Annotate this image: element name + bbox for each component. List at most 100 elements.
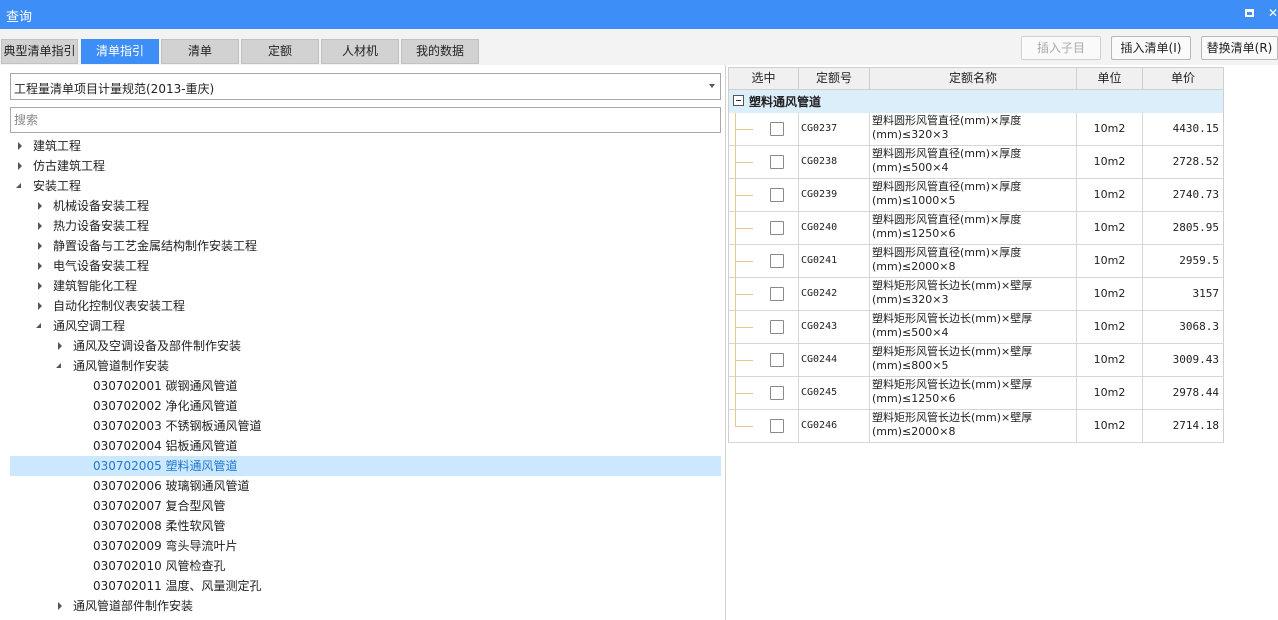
table-row[interactable]: CG0241 塑料圆形风管直径(mm)×厚度(mm)≤2000×8 10m2 2959…	[728, 245, 1224, 278]
tree-line	[735, 129, 753, 130]
replace-list-button[interactable]: 替换清单(R)	[1201, 36, 1278, 60]
tree-node[interactable]: 通风管道制作安装	[10, 356, 721, 376]
table-row[interactable]: CG0246 塑料矩形风管长边长(mm)×壁厚(mm)≤2000×8 10m2 271…	[728, 410, 1224, 443]
triangle-expanded-icon[interactable]	[35, 316, 45, 336]
col-price[interactable]: 单价	[1143, 68, 1223, 89]
table-row[interactable]: CG0242 塑料矩形风管长边长(mm)×壁厚(mm)≤320×3 10m2 3157	[728, 278, 1224, 311]
tree-line	[735, 426, 753, 427]
row-checkbox[interactable]	[770, 353, 784, 367]
chevron-down-icon[interactable]	[709, 84, 715, 88]
tree-node[interactable]: 建筑智能化工程	[10, 276, 721, 296]
quota-unit: 10m2	[1077, 113, 1143, 145]
tab-typical-list-guide[interactable]: 典型清单指引	[1, 39, 78, 64]
tree-node[interactable]: 电气设备安装工程	[10, 256, 721, 276]
triangle-collapsed-icon[interactable]	[35, 236, 45, 256]
table-row[interactable]: CG0244 塑料矩形风管长边长(mm)×壁厚(mm)≤800×5 10m2 3009…	[728, 344, 1224, 377]
insert-list-button[interactable]: 插入清单(I)	[1111, 36, 1191, 60]
quota-price: 4430.15	[1172, 122, 1219, 135]
tree-line	[735, 410, 736, 427]
tree-line	[735, 261, 753, 262]
row-checkbox[interactable]	[770, 122, 784, 136]
triangle-expanded-icon[interactable]	[55, 356, 65, 376]
quota-name: 塑料圆形风管直径(mm)×厚度(mm)≤1250×6	[870, 212, 1077, 244]
spec-select[interactable]: 工程量清单项目计量规范(2013-重庆)	[10, 73, 721, 100]
triangle-collapsed-icon[interactable]	[35, 216, 45, 236]
triangle-collapsed-icon[interactable]	[35, 256, 45, 276]
quota-code: CG0245	[799, 377, 870, 409]
tree-node[interactable]: 030702008 柔性软风管	[10, 516, 721, 536]
tree-node[interactable]: 仿古建筑工程	[10, 156, 721, 176]
close-icon[interactable]: ✕	[1266, 6, 1278, 20]
quota-name: 塑料圆形风管直径(mm)×厚度(mm)≤1000×5	[870, 179, 1077, 211]
row-checkbox[interactable]	[770, 254, 784, 268]
triangle-collapsed-icon[interactable]	[35, 296, 45, 316]
tab-list[interactable]: 清单	[161, 39, 239, 64]
tree-node[interactable]: 自动化控制仪表安装工程	[10, 296, 721, 316]
tree-node[interactable]: 静置设备与工艺金属结构制作安装工程	[10, 236, 721, 256]
col-quota-code[interactable]: 定额号	[799, 68, 870, 89]
row-checkbox[interactable]	[770, 419, 784, 433]
triangle-collapsed-icon[interactable]	[35, 276, 45, 296]
table-row[interactable]: CG0238 塑料圆形风管直径(mm)×厚度(mm)≤500×4 10m2 2728.…	[728, 146, 1224, 179]
tab-quota[interactable]: 定额	[241, 39, 319, 64]
tree-node-label: 通风空调工程	[53, 319, 126, 333]
table-row[interactable]: CG0239 塑料圆形风管直径(mm)×厚度(mm)≤1000×5 10m2 2740…	[728, 179, 1224, 212]
row-checkbox[interactable]	[770, 386, 784, 400]
search-input[interactable]	[10, 107, 721, 133]
tree-node[interactable]: 030702001 碳钢通风管道	[10, 376, 721, 396]
select-cell	[729, 311, 799, 344]
triangle-collapsed-icon[interactable]	[55, 336, 65, 356]
tree-node[interactable]: 通风空调工程	[10, 316, 721, 336]
tree-node[interactable]: 安装工程	[10, 176, 721, 196]
quota-name: 塑料圆形风管直径(mm)×厚度(mm)≤500×4	[870, 146, 1077, 178]
tree-node[interactable]: 建筑工程	[10, 136, 721, 156]
row-checkbox[interactable]	[770, 287, 784, 301]
col-unit[interactable]: 单位	[1077, 68, 1143, 89]
row-checkbox[interactable]	[770, 188, 784, 202]
tree-node[interactable]: 030702006 玻璃钢通风管道	[10, 476, 721, 496]
row-checkbox[interactable]	[770, 155, 784, 169]
quota-name: 塑料矩形风管长边长(mm)×壁厚(mm)≤500×4	[870, 311, 1077, 343]
right-pane: 选中 定额号 定额名称 单位 单价 塑料通风管道 CG0237 塑料圆形风管直径(…	[727, 65, 1278, 620]
row-checkbox[interactable]	[770, 221, 784, 235]
col-select[interactable]: 选中	[729, 68, 799, 89]
triangle-collapsed-icon[interactable]	[15, 136, 25, 156]
row-checkbox[interactable]	[770, 320, 784, 334]
tree-node[interactable]: 机械设备安装工程	[10, 196, 721, 216]
triangle-expanded-icon[interactable]	[15, 176, 25, 196]
quota-code: CG0239	[799, 179, 870, 211]
table-row[interactable]: CG0245 塑料矩形风管长边长(mm)×壁厚(mm)≤1250×6 10m2 297…	[728, 377, 1224, 410]
quota-code: CG0238	[799, 146, 870, 178]
select-cell	[729, 377, 799, 410]
tree-node[interactable]: 030702010 风管检查孔	[10, 556, 721, 576]
quota-price: 2714.18	[1172, 419, 1219, 432]
maximize-icon[interactable]	[1243, 6, 1257, 20]
col-quota-name[interactable]: 定额名称	[870, 68, 1077, 89]
triangle-collapsed-icon[interactable]	[55, 596, 65, 616]
tree-node[interactable]: 通风管道部件制作安装	[10, 596, 721, 616]
tree-node[interactable]: 030702002 净化通风管道	[10, 396, 721, 416]
tree-node-label: 通风管道部件制作安装	[73, 599, 194, 613]
tree-node[interactable]: 通风及空调设备及部件制作安装	[10, 336, 721, 356]
tree-node[interactable]: 030702003 不锈钢板通风管道	[10, 416, 721, 436]
table-row[interactable]: CG0240 塑料圆形风管直径(mm)×厚度(mm)≤1250×6 10m2 2805…	[728, 212, 1224, 245]
select-cell	[729, 278, 799, 311]
tab-labor-material-machine[interactable]: 人材机	[321, 39, 399, 64]
tree-node-label: 热力设备安装工程	[53, 219, 150, 233]
tree-node[interactable]: 030702009 弯头导流叶片	[10, 536, 721, 556]
table-row[interactable]: CG0237 塑料圆形风管直径(mm)×厚度(mm)≤320×3 10m2 4430.…	[728, 113, 1224, 146]
tree-node[interactable]: 030702007 复合型风管	[10, 496, 721, 516]
tab-my-data[interactable]: 我的数据	[401, 39, 479, 64]
tree-node[interactable]: 030702004 铝板通风管道	[10, 436, 721, 456]
tree-node[interactable]: 热力设备安装工程	[10, 216, 721, 236]
triangle-collapsed-icon[interactable]	[15, 156, 25, 176]
tab-list-guide[interactable]: 清单指引	[81, 39, 159, 64]
minus-box-icon[interactable]	[733, 95, 744, 106]
table-row[interactable]: CG0243 塑料矩形风管长边长(mm)×壁厚(mm)≤500×4 10m2 3068…	[728, 311, 1224, 344]
tree-node[interactable]: 030702011 温度、风量测定孔	[10, 576, 721, 596]
tree-node-label: 030702005 塑料通风管道	[93, 459, 238, 473]
tree-node[interactable]: 030702005 塑料通风管道	[10, 456, 721, 476]
triangle-collapsed-icon[interactable]	[35, 196, 45, 216]
quota-code: CG0241	[799, 245, 870, 277]
insert-child-button[interactable]: 插入子目	[1021, 36, 1101, 60]
